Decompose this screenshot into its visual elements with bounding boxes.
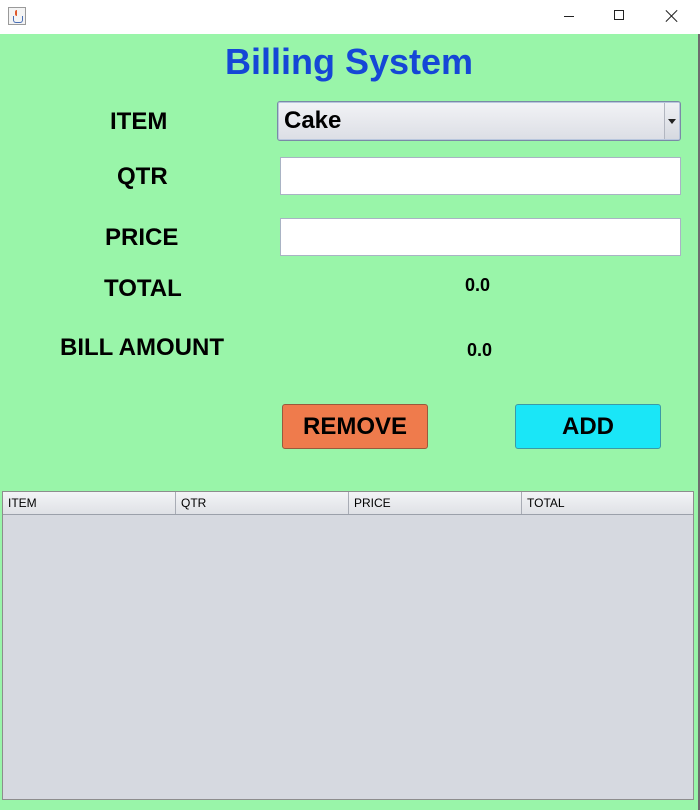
item-dropdown[interactable]: Cake (277, 101, 681, 141)
item-label: ITEM (110, 108, 168, 135)
qtr-label: QTR (117, 163, 168, 190)
chevron-down-icon (668, 119, 676, 124)
dropdown-arrow-button[interactable] (664, 103, 679, 139)
window-titlebar[interactable] (0, 0, 700, 34)
qtr-field[interactable] (281, 158, 680, 194)
bill-amount-value: 0.0 (467, 340, 493, 360)
qtr-field-container (280, 157, 681, 195)
bill-amount-label: BILL AMOUNT (60, 334, 224, 361)
close-button[interactable] (648, 0, 694, 32)
item-dropdown-value: Cake (284, 107, 342, 134)
bill-items-table[interactable]: ITEM QTR PRICE TOTAL (2, 491, 694, 800)
total-label: TOTAL (104, 275, 182, 302)
column-header-qtr[interactable]: QTR (176, 492, 349, 514)
table-header: ITEM QTR PRICE TOTAL (3, 492, 693, 515)
page-title: Billing System (224, 41, 474, 82)
column-header-item[interactable]: ITEM (3, 492, 176, 514)
price-label: PRICE (105, 224, 179, 251)
column-header-total[interactable]: TOTAL (522, 492, 693, 514)
total-value: 0.0 (465, 275, 491, 295)
add-button[interactable]: ADD (515, 404, 661, 449)
close-icon (665, 9, 679, 23)
remove-button[interactable]: REMOVE (282, 404, 428, 449)
price-field[interactable] (281, 219, 680, 255)
column-header-price[interactable]: PRICE (349, 492, 522, 514)
java-app-icon (8, 7, 26, 25)
maximize-icon (614, 10, 624, 20)
minimize-button[interactable] (546, 0, 592, 32)
minimize-icon (564, 16, 574, 17)
billing-form-panel: Billing System ITEM Cake QTR PRICE TOTAL… (0, 34, 700, 810)
price-field-container (280, 218, 681, 256)
maximize-button[interactable] (596, 0, 642, 32)
